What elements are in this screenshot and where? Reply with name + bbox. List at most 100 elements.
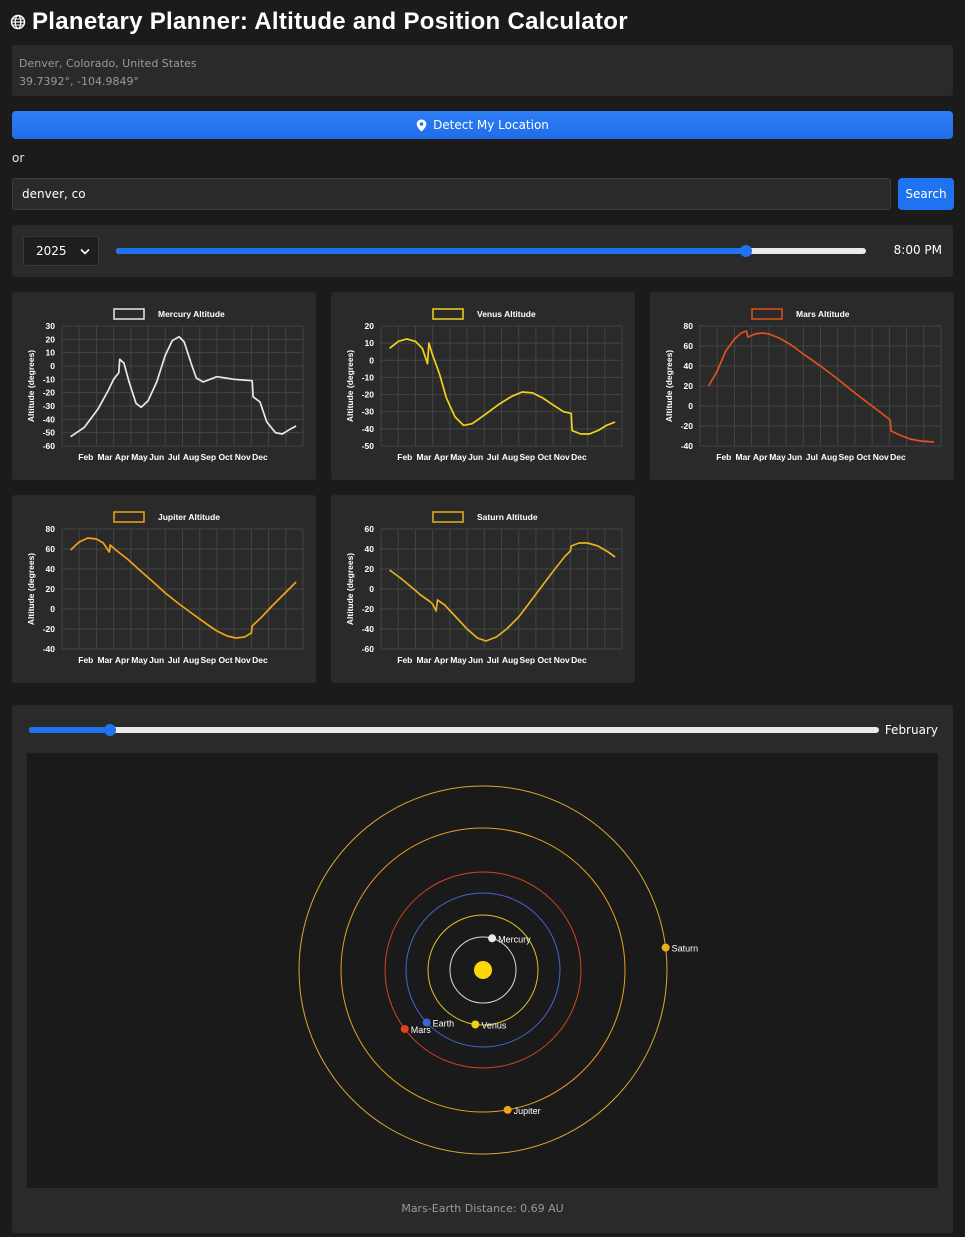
y-tick-label: -60	[362, 644, 375, 654]
x-tick-label: Mar	[97, 655, 113, 665]
mars-label: Mars	[411, 1025, 431, 1035]
legend-label: Saturn Altitude	[477, 512, 538, 522]
or-separator: or	[12, 151, 25, 165]
y-axis-label: Altitude (degrees)	[26, 553, 36, 625]
x-tick-label: Jul	[487, 655, 499, 665]
y-tick-label: -20	[362, 604, 375, 614]
x-tick-label: Jun	[468, 655, 483, 665]
x-tick-label: Nov	[554, 452, 570, 462]
search-button[interactable]: Search	[898, 178, 954, 210]
x-tick-label: Feb	[716, 452, 731, 462]
legend-label: Mars Altitude	[796, 309, 850, 319]
y-tick-label: 20	[46, 584, 56, 594]
y-tick-label: -40	[362, 624, 375, 634]
y-tick-label: 60	[365, 524, 375, 534]
location-search-input[interactable]	[12, 178, 891, 210]
y-tick-label: -30	[362, 407, 375, 417]
mars-planet	[400, 1024, 409, 1033]
x-tick-label: Oct	[537, 452, 551, 462]
y-tick-label: -60	[43, 441, 56, 451]
x-tick-label: Oct	[856, 452, 870, 462]
legend-label: Jupiter Altitude	[158, 512, 220, 522]
x-tick-label: Mar	[416, 655, 432, 665]
year-select-value: 2025	[36, 244, 67, 258]
mercury-planet	[488, 934, 497, 943]
y-tick-label: 10	[46, 348, 56, 358]
time-slider[interactable]	[116, 245, 866, 257]
globe-icon	[10, 14, 26, 30]
x-tick-label: May	[131, 655, 148, 665]
x-tick-label: Apr	[434, 452, 449, 462]
x-tick-label: Aug	[183, 452, 200, 462]
x-tick-label: Oct	[218, 655, 232, 665]
x-tick-label: May	[450, 452, 467, 462]
chart-legend: Jupiter Altitude	[113, 511, 220, 523]
y-tick-label: 40	[684, 361, 694, 371]
month-slider[interactable]	[29, 724, 879, 736]
y-tick-label: 0	[369, 584, 374, 594]
x-tick-label: Aug	[502, 655, 519, 665]
y-tick-label: 40	[46, 564, 56, 574]
y-tick-label: 0	[369, 355, 374, 365]
mercury-chart-card: 30 20 10 0 -10 -20 -30 -40 -50 -60 Feb Mar Apr May Jun…	[12, 292, 316, 480]
mars-altitude-chart: 80 60 40 20 0 -20 -40 Feb Mar Apr May Jun Jul Aug Sep O…	[664, 308, 942, 462]
y-axis-label: Altitude (degrees)	[26, 350, 36, 422]
y-tick-label: 0	[50, 604, 55, 614]
x-tick-label: Sep	[201, 452, 217, 462]
x-tick-label: Apr	[115, 452, 130, 462]
y-tick-label: -50	[362, 441, 375, 451]
y-tick-label: -40	[362, 424, 375, 434]
x-tick-label: Feb	[78, 655, 93, 665]
x-tick-label: May	[131, 452, 148, 462]
x-tick-label: May	[450, 655, 467, 665]
detect-location-button[interactable]: Detect My Location	[12, 111, 953, 139]
location-name: Denver, Colorado, United States	[19, 57, 197, 70]
mercury-label: Mercury	[498, 934, 531, 944]
chart-legend: Venus Altitude	[432, 308, 536, 320]
y-tick-label: 0	[50, 361, 55, 371]
saturn-altitude-chart: 60 40 20 0 -20 -40 -60 Feb Mar Apr May Jun Jul Aug Sep…	[345, 511, 623, 665]
x-tick-label: Dec	[252, 452, 268, 462]
x-tick-label: Jun	[149, 452, 164, 462]
time-label: 8:00 PM	[893, 243, 942, 257]
chart-legend: Mercury Altitude	[113, 308, 225, 320]
x-tick-label: Dec	[571, 452, 587, 462]
y-tick-label: -20	[43, 388, 56, 398]
y-tick-label: 60	[684, 341, 694, 351]
x-tick-label: Aug	[183, 655, 200, 665]
y-tick-label: 20	[684, 381, 694, 391]
jupiter-altitude-chart: 80 60 40 20 0 -20 -40 Feb Mar Apr May Jun Jul Aug Sep O…	[26, 511, 304, 665]
chevron-down-icon	[80, 248, 90, 255]
y-tick-label: 10	[365, 338, 375, 348]
venus-altitude-chart: 20 10 0 -10 -20 -30 -40 -50 Feb Mar Apr May Jun Jul Au…	[345, 308, 623, 462]
orbit-diagram: Mercury Venus EarthMars Jupiter Saturn	[298, 785, 699, 1155]
legend-label: Venus Altitude	[477, 309, 536, 319]
y-tick-label: -20	[362, 390, 375, 400]
saturn-label: Saturn	[672, 944, 699, 954]
legend-label: Mercury Altitude	[158, 309, 225, 319]
y-tick-label: -10	[43, 374, 56, 384]
x-tick-label: Dec	[252, 655, 268, 665]
x-tick-label: Feb	[397, 452, 412, 462]
year-select[interactable]: 2025	[23, 236, 99, 266]
y-tick-label: 40	[365, 544, 375, 554]
y-tick-label: -30	[43, 401, 56, 411]
map-pin-icon	[416, 119, 427, 131]
x-tick-label: Jul	[168, 655, 180, 665]
time-slider-thumb[interactable]	[740, 245, 752, 257]
altitude-series-line	[389, 542, 616, 642]
x-tick-label: Dec	[890, 452, 906, 462]
legend-swatch	[432, 511, 464, 523]
x-tick-label: Apr	[115, 655, 130, 665]
control-panel: 2025 8:00 PM	[12, 225, 953, 277]
x-tick-label: Feb	[78, 452, 93, 462]
x-tick-label: Nov	[873, 452, 889, 462]
x-tick-label: Jul	[806, 452, 818, 462]
month-slider-thumb[interactable]	[103, 724, 116, 736]
detect-location-label: Detect My Location	[433, 118, 549, 132]
sun	[474, 961, 492, 979]
x-tick-label: Oct	[537, 655, 551, 665]
x-tick-label: Oct	[218, 452, 232, 462]
y-tick-label: 30	[46, 321, 56, 331]
x-tick-label: Jul	[168, 452, 180, 462]
